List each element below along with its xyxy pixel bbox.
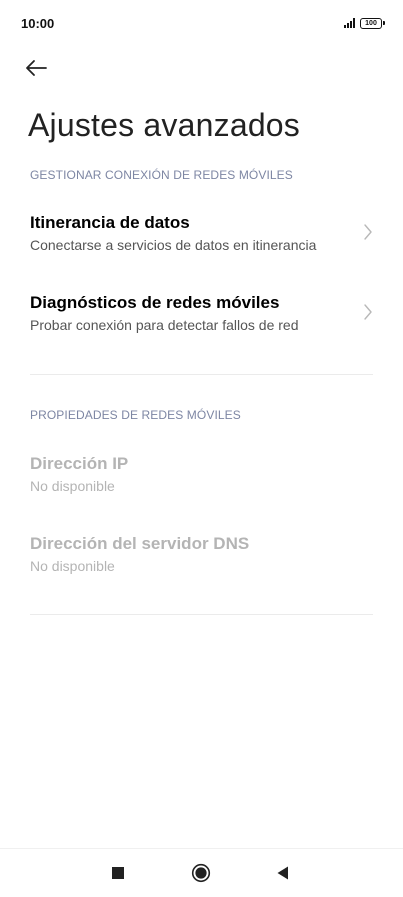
item-subtitle: No disponible — [30, 478, 115, 494]
navigation-bar — [0, 848, 403, 897]
status-time: 10:00 — [21, 16, 55, 31]
back-button[interactable] — [24, 50, 64, 86]
section-header-mobile-network-properties: PROPIEDADES DE REDES MÓVILES — [30, 408, 241, 422]
list-item-network-diagnostics[interactable]: Diagnósticos de redes móviles Probar con… — [0, 293, 403, 353]
page-title: Ajustes avanzados — [28, 107, 301, 143]
chevron-right-icon — [364, 304, 372, 320]
battery-icon: 100 — [360, 17, 385, 29]
item-subtitle: No disponible — [30, 558, 115, 574]
item-title: Dirección del servidor DNS — [30, 534, 250, 553]
circle-icon[interactable] — [191, 863, 211, 883]
item-title: Diagnósticos de redes móviles — [30, 293, 280, 312]
battery-level: 100 — [365, 19, 377, 27]
status-icons: 100 — [344, 16, 385, 30]
section-header-mobile-network-management: GESTIONAR CONEXIÓN DE REDES MÓVILES — [30, 168, 293, 182]
item-title: Dirección IP — [30, 454, 129, 473]
item-subtitle: Conectarse a servicios de datos en itine… — [30, 237, 317, 253]
list-item-dns-server: Dirección del servidor DNS No disponible — [0, 534, 403, 594]
status-bar: 10:00 100 — [0, 0, 403, 44]
signal-icon — [344, 18, 355, 28]
item-title: Itinerancia de datos — [30, 213, 190, 232]
arrow-left-icon — [26, 60, 47, 76]
list-item-data-roaming[interactable]: Itinerancia de datos Conectarse a servic… — [0, 213, 403, 273]
triangle-left-icon[interactable] — [277, 866, 289, 880]
square-icon[interactable] — [112, 867, 124, 879]
section-divider — [30, 614, 373, 615]
item-subtitle: Probar conexión para detectar fallos de … — [30, 317, 299, 333]
section-divider — [30, 374, 373, 375]
list-item-ip-address: Dirección IP No disponible — [0, 454, 403, 514]
chevron-right-icon — [364, 224, 372, 240]
